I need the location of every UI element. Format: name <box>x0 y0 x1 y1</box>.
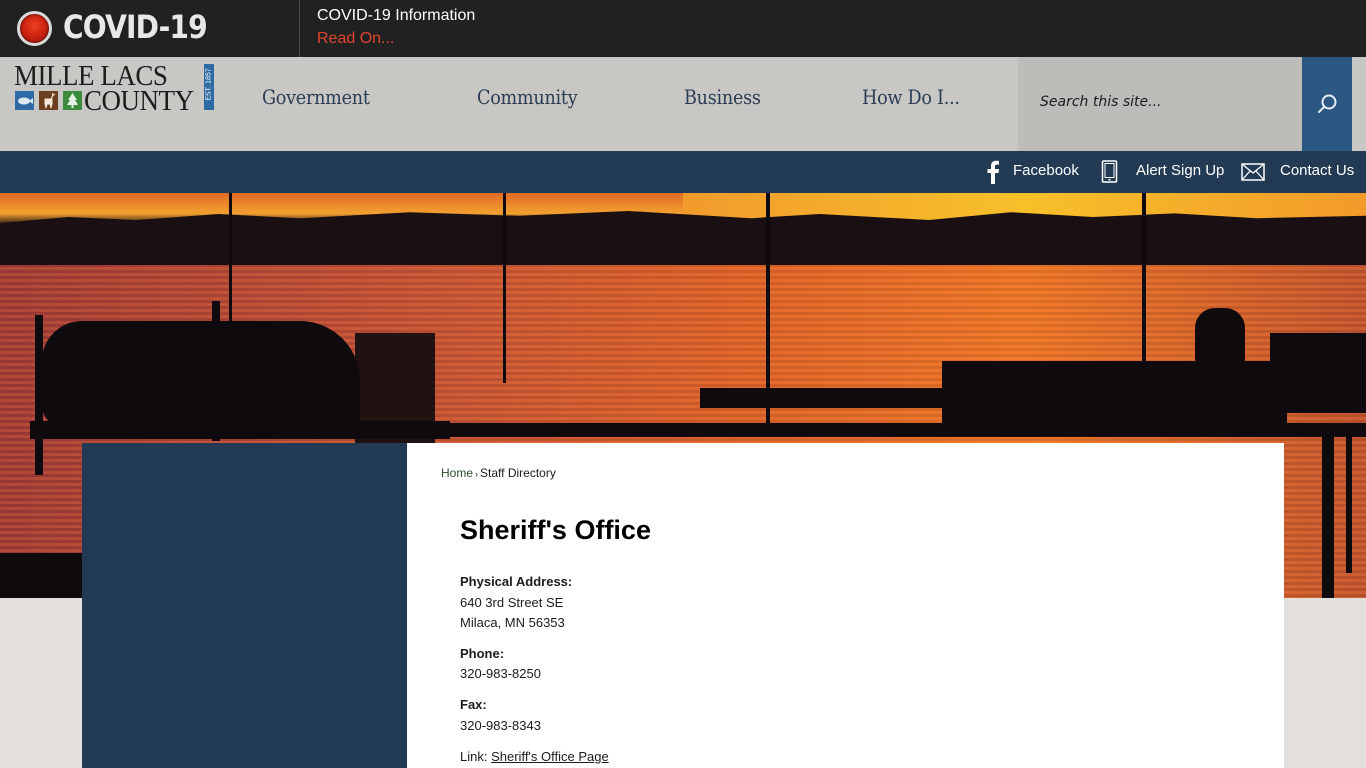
search-icon <box>1318 94 1337 113</box>
county-logo[interactable]: MILLE LACS COUNTY EST. 1857 <box>14 62 214 117</box>
alert-sign-up-link[interactable]: Alert Sign Up <box>1136 162 1224 179</box>
boat-motor <box>1195 308 1245 363</box>
pole <box>1346 433 1352 573</box>
covid-title: COVID-19 <box>63 8 208 46</box>
phone-label: Phone: <box>460 646 505 661</box>
flag-pole <box>766 193 770 423</box>
breadcrumb: Home › Staff Directory <box>441 466 556 480</box>
fax-label: Fax: <box>460 697 487 712</box>
nav-business[interactable]: Business <box>684 85 761 109</box>
pole <box>35 315 43 475</box>
breadcrumb-current: Staff Directory <box>480 466 556 480</box>
covid-info-heading: COVID-19 Information <box>317 7 476 24</box>
sheriffs-office-page-link[interactable]: Sheriff's Office Page <box>491 749 609 764</box>
site-header: MILLE LACS COUNTY EST. 1857 Government C… <box>0 57 1366 151</box>
phone-value: 320-983-8250 <box>460 666 541 681</box>
bottom-left-dock <box>0 553 82 598</box>
logo-text-line2: COUNTY <box>84 85 194 117</box>
fax-value: 320-983-8343 <box>460 718 541 733</box>
envelope-icon <box>1241 163 1265 181</box>
dock-lower <box>420 423 1366 437</box>
covid-read-on-link[interactable]: Read On... <box>317 30 394 48</box>
link-row: Link: Sheriff's Office Page <box>460 749 609 764</box>
address-line2: Milaca, MN 56353 <box>460 615 565 630</box>
boat-right <box>942 361 1287 431</box>
pole <box>1322 433 1334 598</box>
flag-pole <box>1142 193 1146 363</box>
facebook-link[interactable]: Facebook <box>1013 162 1079 179</box>
nav-government[interactable]: Government <box>262 85 370 109</box>
logo-est-text: EST. 1857 <box>205 68 213 101</box>
search-box <box>1018 57 1302 151</box>
flag-pole <box>503 193 506 383</box>
contact-us-link[interactable]: Contact Us <box>1280 162 1354 179</box>
search-input[interactable] <box>1040 87 1290 117</box>
covid-banner[interactable]: COVID-19 <box>0 0 300 57</box>
nav-community[interactable]: Community <box>477 85 578 109</box>
facebook-icon <box>987 160 999 184</box>
fish-icon <box>15 91 34 110</box>
boat-far-right <box>1270 333 1366 413</box>
side-navigation-panel <box>82 443 407 768</box>
address-line1: 640 3rd Street SE <box>460 595 564 610</box>
breadcrumb-home[interactable]: Home <box>441 466 473 480</box>
mobile-phone-icon <box>1101 160 1118 183</box>
alert-dot-icon <box>17 11 52 46</box>
flag-pole <box>229 193 232 323</box>
tree-icon <box>63 91 82 110</box>
link-label: Link: <box>460 749 488 764</box>
address-label: Physical Address: <box>460 574 573 589</box>
boat-silhouette <box>42 321 360 426</box>
logo-est-badge: EST. 1857 <box>204 64 214 110</box>
pole <box>212 301 220 441</box>
deer-icon <box>39 91 58 110</box>
utility-bar: Facebook Alert Sign Up Contact Us <box>0 151 1366 193</box>
breadcrumb-separator: › <box>475 469 479 479</box>
covid-alert-bar: COVID-19 COVID-19 Information Read On... <box>0 0 1366 57</box>
page-title: Sheriff's Office <box>460 515 651 545</box>
search-button[interactable] <box>1302 57 1352 151</box>
main-content: Home › Staff Directory Sheriff's Office Ph… <box>407 443 1284 768</box>
dock-center <box>700 388 960 408</box>
nav-how-do-i[interactable]: How Do I... <box>862 85 960 109</box>
